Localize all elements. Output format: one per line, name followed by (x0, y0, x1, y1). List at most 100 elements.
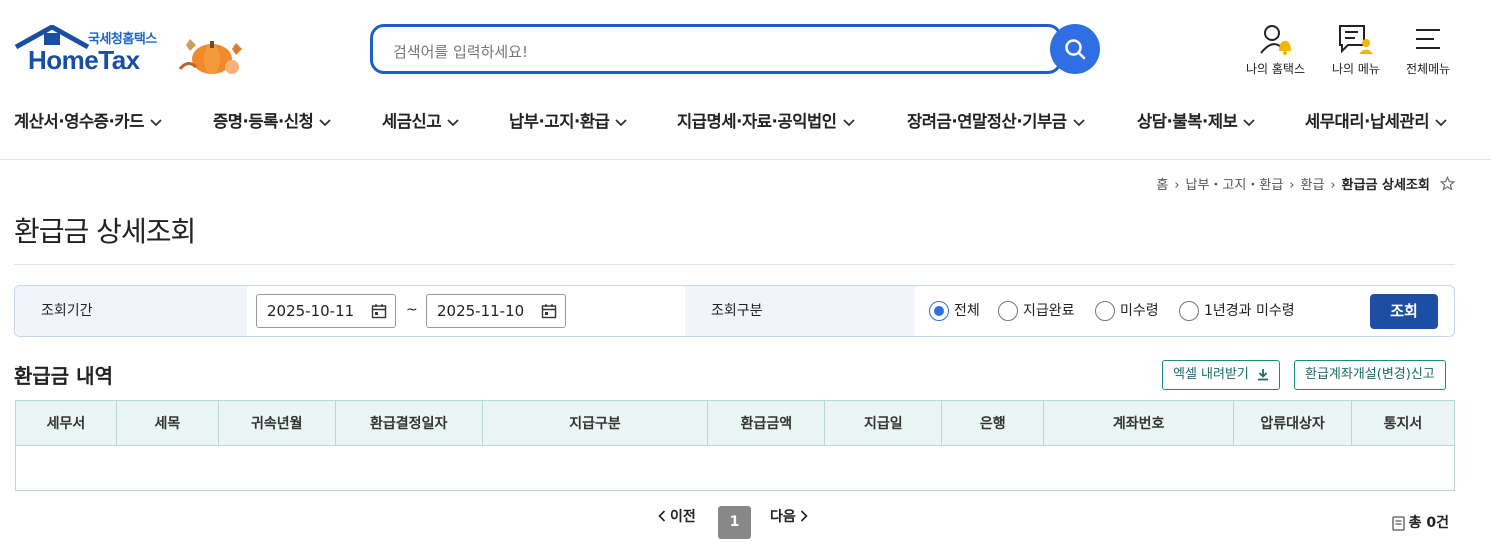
breadcrumb: 홈 › 납부・고지・환급 › 환급 › 환급금 상세조회 (1156, 174, 1456, 193)
logo-english-text: HomeTax (28, 45, 140, 75)
gnb-item-label: 상담·불복·제보 (1137, 112, 1238, 131)
search-placeholder: 검색어를 입력하세요! (393, 43, 528, 61)
page-title: 환급금 상세조회 (14, 215, 196, 248)
all-menu-label: 전체메뉴 (1406, 62, 1451, 76)
gnb-item-certificate[interactable]: 증명·등록·신청 (213, 108, 332, 132)
user-bell-icon (1259, 25, 1291, 55)
breadcrumb-separator: › (1289, 178, 1295, 193)
section-title: 환급금 내역 (14, 364, 113, 388)
radio-paid[interactable]: 지급완료 (998, 300, 1075, 321)
column-header: 환급금액 (707, 400, 826, 446)
chevron-down-icon (1435, 118, 1447, 126)
star-icon[interactable] (1439, 176, 1456, 191)
column-header: 통지서 (1350, 400, 1456, 446)
my-hometax-label: 나의 홈택스 (1246, 62, 1306, 76)
chevron-right-icon (800, 510, 808, 522)
radio-all[interactable]: 전체 (929, 300, 980, 321)
gnb-item-label: 세금신고 (382, 112, 442, 131)
refund-table: 세무서 세목 귀속년월 환급결정일자 지급구분 환급금액 지급일 은행 계좌번호… (15, 400, 1456, 491)
column-header: 계좌번호 (1043, 400, 1235, 446)
gnb-item-tax-return[interactable]: 세금신고 (382, 108, 459, 132)
title-divider (14, 264, 1455, 265)
next-page-label: 다음 (770, 509, 796, 525)
breadcrumb-home[interactable]: 홈 (1156, 178, 1168, 193)
document-icon (1391, 515, 1405, 531)
chevron-down-icon (1243, 118, 1256, 126)
total-count-label: 총 0건 (1408, 515, 1449, 531)
gnb-item-consult[interactable]: 상담·불복·제보 (1137, 108, 1256, 132)
my-menu-icon (1338, 25, 1373, 54)
chevron-down-icon (319, 118, 332, 126)
radio-circle[interactable] (998, 301, 1018, 321)
radio-circle[interactable] (1179, 301, 1199, 321)
chevron-down-icon (447, 118, 459, 126)
gnb-item-label: 장려금·연말정산·기부금 (907, 112, 1067, 131)
chevron-down-icon (842, 118, 855, 126)
radio-unclaimed[interactable]: 미수령 (1095, 300, 1159, 321)
chevron-down-icon (615, 118, 628, 126)
column-header: 환급결정일자 (334, 400, 483, 446)
radio-paid-label: 지급완료 (1023, 303, 1075, 319)
period-label: 조회기간 (15, 286, 247, 336)
radio-all-label: 전체 (954, 303, 980, 319)
chevron-down-icon (150, 118, 162, 126)
date-range-tilde: ~ (406, 302, 418, 318)
radio-unclaimed-1yr[interactable]: 1년경과 미수령 (1179, 300, 1295, 321)
gnb-item-label: 납부·고지·환급 (509, 112, 610, 131)
calendar-icon[interactable] (371, 303, 387, 319)
gnb-item-payment[interactable]: 납부·고지·환급 (509, 108, 628, 132)
total-count: 총 0건 (1391, 512, 1449, 532)
my-menu-button[interactable]: 나의 메뉴 (1332, 22, 1380, 77)
my-hometax-button[interactable]: 나의 홈택스 (1246, 22, 1305, 77)
gnb-item-label: 세무대리·납세관리 (1305, 112, 1430, 131)
calendar-icon[interactable] (541, 303, 557, 319)
table-empty-row (15, 445, 1455, 491)
breadcrumb-level2[interactable]: 환급 (1300, 178, 1324, 193)
query-button[interactable]: 조회 (1370, 294, 1438, 329)
download-icon (1257, 369, 1268, 381)
date-from-value: 2025-10-11 (267, 302, 355, 320)
gnb-item-label: 지급명세·자료·공익법인 (677, 112, 837, 131)
search-icon (1065, 39, 1086, 60)
column-header: 세목 (115, 400, 219, 446)
chevron-down-icon (1072, 118, 1085, 126)
gnb-item-label: 계산서·영수증·카드 (14, 112, 144, 131)
excel-download-button[interactable]: 엑셀 내려받기 (1162, 360, 1280, 390)
date-from-input[interactable]: 2025-10-11 (256, 294, 396, 328)
breadcrumb-current: 환급금 상세조회 (1341, 178, 1430, 193)
radio-unclaimed-1yr-label: 1년경과 미수령 (1204, 303, 1295, 319)
column-header: 지급구분 (481, 400, 709, 446)
search-button[interactable] (1050, 24, 1100, 74)
column-header: 은행 (941, 400, 1045, 446)
gnb-item-agent[interactable]: 세무대리·납세관리 (1305, 108, 1447, 132)
my-menu-label: 나의 메뉴 (1332, 62, 1380, 76)
column-header: 압류대상자 (1233, 400, 1352, 446)
radio-unclaimed-label: 미수령 (1120, 303, 1159, 319)
global-nav: 계산서·영수증·카드 증명·등록·신청 세금신고 납부·고지·환급 지급명세·자… (0, 100, 1491, 160)
date-to-input[interactable]: 2025-11-10 (426, 294, 566, 328)
table-empty-cell (15, 445, 1455, 491)
pumpkin-decoration-icon (178, 39, 242, 74)
column-header: 세무서 (15, 400, 117, 446)
radio-circle[interactable] (1095, 301, 1115, 321)
gnb-item-incentive[interactable]: 장려금·연말정산·기부금 (907, 108, 1085, 132)
hometax-logo[interactable]: 국세청홈택스 HomeTax (14, 25, 254, 77)
search-filter-box: 조회기간 2025-10-11 ~ 2025-11-10 조회구분 전체 지급완… (14, 285, 1455, 337)
prev-page-button[interactable]: 이전 (658, 506, 696, 526)
all-menu-button[interactable]: 전체메뉴 (1406, 22, 1450, 77)
gnb-item-statement[interactable]: 지급명세·자료·공익법인 (677, 108, 855, 132)
next-page-button[interactable]: 다음 (770, 506, 808, 526)
breadcrumb-level1[interactable]: 납부・고지・환급 (1186, 178, 1284, 193)
hamburger-menu-icon (1416, 29, 1441, 49)
page-number-current[interactable]: 1 (718, 506, 751, 539)
radio-circle-selected[interactable] (929, 301, 949, 321)
gnb-item-invoice[interactable]: 계산서·영수증·카드 (14, 108, 162, 132)
date-to-value: 2025-11-10 (437, 302, 525, 320)
column-header: 귀속년월 (217, 400, 336, 446)
type-label: 조회구분 (685, 286, 915, 336)
search-input[interactable]: 검색어를 입력하세요! (370, 24, 1062, 74)
breadcrumb-separator: › (1330, 178, 1336, 193)
column-header: 지급일 (824, 400, 943, 446)
prev-page-label: 이전 (670, 509, 696, 525)
refund-account-button[interactable]: 환급계좌개설(변경)신고 (1294, 360, 1446, 390)
